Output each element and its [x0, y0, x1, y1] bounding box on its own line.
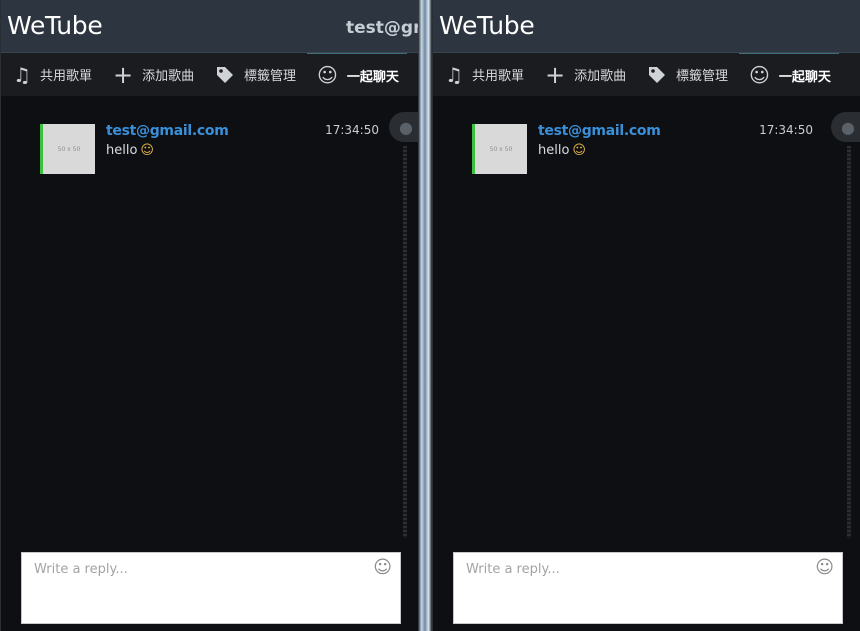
tag-icon	[215, 65, 235, 85]
message-body: hello	[538, 143, 570, 158]
emoji-picker-icon[interactable]: ☺	[373, 559, 392, 577]
reply-input[interactable]	[22, 553, 400, 623]
emoji-picker-icon[interactable]: ☺	[815, 559, 834, 577]
avatar: 50 x 50	[40, 124, 95, 174]
plus-icon: +	[545, 60, 566, 89]
smiley-icon: ☺	[317, 63, 338, 87]
top-bar: WeTube	[433, 0, 860, 53]
nav-item-add-song[interactable]: + 添加歌曲	[113, 53, 194, 96]
nav-item-label: 共用歌單	[39, 69, 92, 84]
message-text: hello ☺	[106, 143, 154, 158]
smiley-icon: ☺	[749, 63, 770, 87]
chat-area: 50 x 50 test@gmail.com 17:34:50 hello ☺	[433, 96, 860, 538]
message-author[interactable]: test@gmail.com	[538, 123, 661, 139]
nav-item-label: 共用歌單	[471, 69, 524, 84]
reply-box: ☺	[21, 552, 401, 624]
nav-item-shared-playlist[interactable]: ♫ 共用歌單	[445, 53, 524, 96]
nav-item-label: 標籤管理	[676, 69, 729, 84]
nav-item-chat[interactable]: ☺ 一起聊天	[307, 53, 407, 96]
message-text: hello ☺	[538, 143, 586, 158]
plus-icon: +	[113, 60, 134, 89]
right-pane: WeTube ♫ 共用歌單 + 添加歌曲 標籤管理 ☺ 一起聊天 50 x 50…	[432, 0, 860, 631]
music-note-icon: ♫	[13, 62, 31, 87]
nav-item-label: 添加歌曲	[574, 69, 627, 84]
online-users-toggle[interactable]: ●	[831, 112, 860, 142]
avatar: 50 x 50	[472, 124, 527, 174]
app-title[interactable]: WeTube	[7, 11, 103, 40]
nav-item-label: 一起聊天	[346, 69, 399, 85]
music-note-icon: ♫	[445, 62, 463, 87]
message-time: 17:34:50	[325, 123, 379, 137]
reply-input[interactable]	[454, 553, 842, 623]
nav-item-tag-manage[interactable]: 標籤管理	[647, 53, 728, 96]
message-author[interactable]: test@gmail.com	[106, 123, 229, 139]
scrollbar[interactable]	[403, 146, 407, 538]
nav-item-add-song[interactable]: + 添加歌曲	[545, 53, 626, 96]
chat-message: 50 x 50 test@gmail.com 17:34:50 hello ☺	[472, 123, 813, 176]
message-time: 17:34:50	[759, 123, 813, 137]
nav-item-label: 添加歌曲	[142, 69, 195, 84]
user-icon: ●	[399, 117, 413, 137]
nav-item-label: 標籤管理	[244, 69, 297, 84]
window-divider[interactable]	[418, 0, 432, 631]
nav-item-tag-manage[interactable]: 標籤管理	[215, 53, 296, 96]
left-pane: WeTube test@gm ♫ 共用歌單 + 添加歌曲 標籤管理 ☺ 一起聊天…	[0, 0, 419, 631]
online-users-toggle[interactable]: ●	[389, 112, 419, 142]
chat-message: 50 x 50 test@gmail.com 17:34:50 hello ☺	[40, 123, 379, 176]
smiley-emoji-icon: ☺	[140, 143, 154, 158]
user-icon: ●	[841, 117, 855, 137]
nav-bar: ♫ 共用歌單 + 添加歌曲 標籤管理 ☺ 一起聊天	[1, 53, 419, 96]
chat-area: 50 x 50 test@gmail.com 17:34:50 hello ☺	[1, 96, 419, 538]
nav-bar: ♫ 共用歌單 + 添加歌曲 標籤管理 ☺ 一起聊天	[433, 53, 860, 96]
tag-icon	[647, 65, 667, 85]
app-title[interactable]: WeTube	[439, 11, 535, 40]
nav-item-chat[interactable]: ☺ 一起聊天	[739, 53, 839, 96]
user-email[interactable]: test@gm	[346, 18, 419, 38]
nav-item-label: 一起聊天	[778, 69, 831, 85]
scrollbar[interactable]	[847, 146, 851, 538]
message-body: hello	[106, 143, 138, 158]
reply-box: ☺	[453, 552, 843, 624]
top-bar: WeTube test@gm	[1, 0, 419, 53]
nav-item-shared-playlist[interactable]: ♫ 共用歌單	[13, 53, 92, 96]
smiley-emoji-icon: ☺	[572, 143, 586, 158]
